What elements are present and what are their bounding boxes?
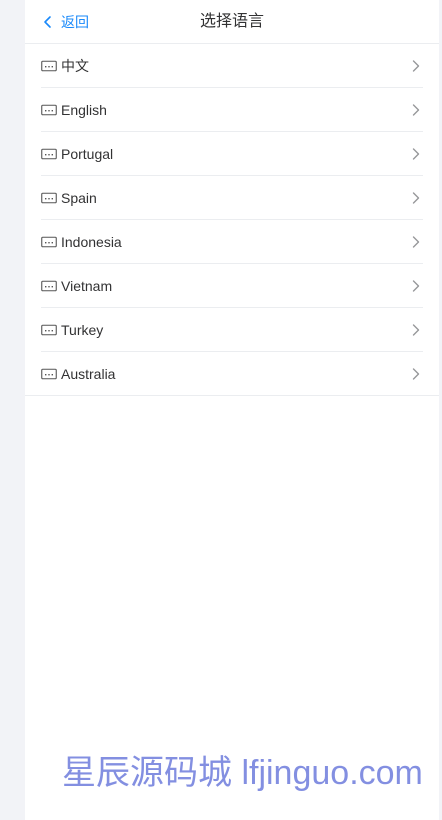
language-list: 中文 English Portugal Spain Indonesia Viet… xyxy=(25,44,439,396)
keyboard-icon xyxy=(41,368,57,380)
language-label: Turkey xyxy=(61,322,104,338)
keyboard-icon xyxy=(41,280,57,292)
language-item-english[interactable]: English xyxy=(25,88,439,132)
keyboard-icon xyxy=(41,60,57,72)
language-item-turkey[interactable]: Turkey xyxy=(25,308,439,352)
chevron-right-icon xyxy=(412,148,420,160)
language-label: Vietnam xyxy=(61,278,113,294)
chevron-right-icon xyxy=(412,192,420,204)
keyboard-icon xyxy=(41,104,57,116)
language-label: Indonesia xyxy=(61,234,122,250)
chevron-right-icon xyxy=(412,104,420,116)
keyboard-icon xyxy=(41,236,57,248)
chevron-right-icon xyxy=(412,368,420,380)
language-label: Portugal xyxy=(61,146,114,162)
language-label: Australia xyxy=(61,366,116,382)
language-item-vietnam[interactable]: Vietnam xyxy=(25,264,439,308)
language-item-chinese[interactable]: 中文 xyxy=(25,44,439,88)
nav-bar: 返回 选择语言 xyxy=(25,0,439,44)
keyboard-icon xyxy=(41,192,57,204)
keyboard-icon xyxy=(41,324,57,336)
language-item-australia[interactable]: Australia xyxy=(25,352,439,396)
page-title: 选择语言 xyxy=(199,13,264,30)
language-label: 中文 xyxy=(61,58,89,74)
language-label: English xyxy=(61,102,107,118)
language-label: Spain xyxy=(61,190,97,206)
chevron-right-icon xyxy=(412,324,420,336)
keyboard-icon xyxy=(41,148,57,160)
language-item-portugal[interactable]: Portugal xyxy=(25,132,439,176)
chevron-right-icon xyxy=(412,280,420,292)
language-select-page: 返回 选择语言 中文 English Portugal Spain Indone… xyxy=(25,0,439,820)
chevron-right-icon xyxy=(412,60,420,72)
watermark-text: 星辰源码城 lfjinguo.com xyxy=(62,754,423,792)
language-item-spain[interactable]: Spain xyxy=(25,176,439,220)
chevron-right-icon xyxy=(412,236,420,248)
language-item-indonesia[interactable]: Indonesia xyxy=(25,220,439,264)
